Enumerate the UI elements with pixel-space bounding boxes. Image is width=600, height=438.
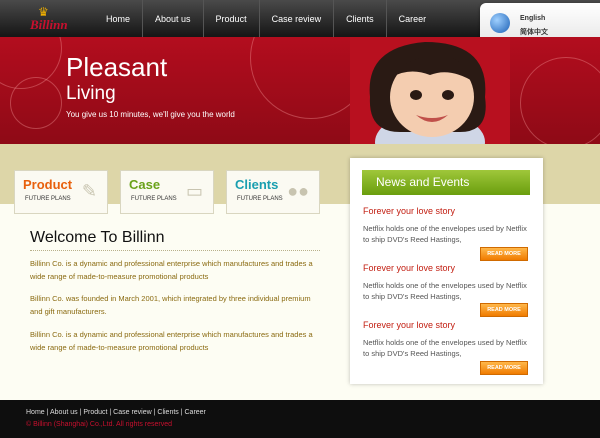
nav-product[interactable]: Product bbox=[202, 0, 259, 37]
banner-tagline: You give us 10 minutes, we'll give you t… bbox=[66, 110, 235, 119]
footer-links[interactable]: Home | About us | Product | Case review … bbox=[26, 409, 206, 416]
news-item-title[interactable]: Forever your love story bbox=[363, 206, 455, 216]
news-item-title[interactable]: Forever your love story bbox=[363, 320, 455, 330]
welcome-paragraph: Billinn Co. is a dynamic and professiona… bbox=[30, 330, 313, 352]
people-icon: ●● bbox=[287, 181, 309, 201]
pen-icon: ✎ bbox=[81, 181, 97, 201]
news-item-title[interactable]: Forever your love story bbox=[363, 263, 455, 273]
welcome-paragraph: Billinn Co. is a dynamic and professiona… bbox=[30, 259, 313, 281]
swirl-decoration bbox=[10, 77, 62, 129]
news-item-text: Netflix holds one of the envelopes used … bbox=[363, 338, 527, 358]
news-heading: News and Events bbox=[362, 170, 530, 195]
lang-english-link[interactable]: English bbox=[520, 15, 545, 22]
nav-case-review[interactable]: Case review bbox=[258, 0, 334, 37]
clients-card-subtitle: FUTURE PLANS bbox=[237, 196, 283, 202]
logo-text: Billinn bbox=[30, 17, 68, 32]
welcome-paragraph: Billinn Co. was founded in March 2001, w… bbox=[30, 294, 311, 316]
news-item-text: Netflix holds one of the envelopes used … bbox=[363, 281, 527, 301]
case-card-subtitle: FUTURE PLANS bbox=[131, 196, 177, 202]
product-card-title: Product bbox=[23, 177, 73, 192]
laptop-icon: ▭ bbox=[185, 181, 203, 201]
banner-title: Pleasant bbox=[66, 52, 168, 82]
swirl-decoration bbox=[520, 57, 600, 144]
clients-card[interactable]: Clients FUTURE PLANS ●● bbox=[226, 170, 320, 214]
case-card-title: Case bbox=[129, 177, 161, 192]
read-more-button[interactable]: READ MORE bbox=[480, 361, 528, 375]
hero-banner: Pleasant Living You give us 10 minutes, … bbox=[0, 37, 600, 144]
footer bbox=[0, 400, 600, 438]
case-card[interactable]: Case FUTURE PLANS ▭ bbox=[120, 170, 214, 214]
main-nav: Home About us Product Case review Client… bbox=[94, 0, 438, 37]
heading-divider bbox=[30, 250, 320, 251]
news-item-text: Netflix holds one of the envelopes used … bbox=[363, 224, 527, 244]
nav-career[interactable]: Career bbox=[385, 0, 439, 37]
product-card-subtitle: FUTURE PLANS bbox=[25, 196, 71, 202]
nav-about-us[interactable]: About us bbox=[142, 0, 203, 37]
lang-chinese-link[interactable]: 简体中文 bbox=[520, 27, 548, 37]
copyright-text: © Billinn (Shanghai) Co.,Ltd. All rights… bbox=[26, 421, 173, 428]
clients-card-title: Clients bbox=[235, 177, 279, 192]
read-more-button[interactable]: READ MORE bbox=[480, 247, 528, 261]
welcome-heading: Welcome To Billinn bbox=[30, 229, 165, 246]
globe-icon bbox=[490, 13, 510, 33]
banner-subtitle-line: Living bbox=[66, 83, 116, 104]
nav-home[interactable]: Home bbox=[94, 0, 142, 37]
nav-clients[interactable]: Clients bbox=[333, 0, 386, 37]
read-more-button[interactable]: READ MORE bbox=[480, 303, 528, 317]
logo[interactable]: ♛ Billinn bbox=[30, 5, 76, 33]
product-card[interactable]: Product FUTURE PLANS ✎ bbox=[14, 170, 108, 214]
news-panel: News and Events Forever your love story … bbox=[350, 158, 543, 384]
child-photo bbox=[350, 37, 510, 144]
